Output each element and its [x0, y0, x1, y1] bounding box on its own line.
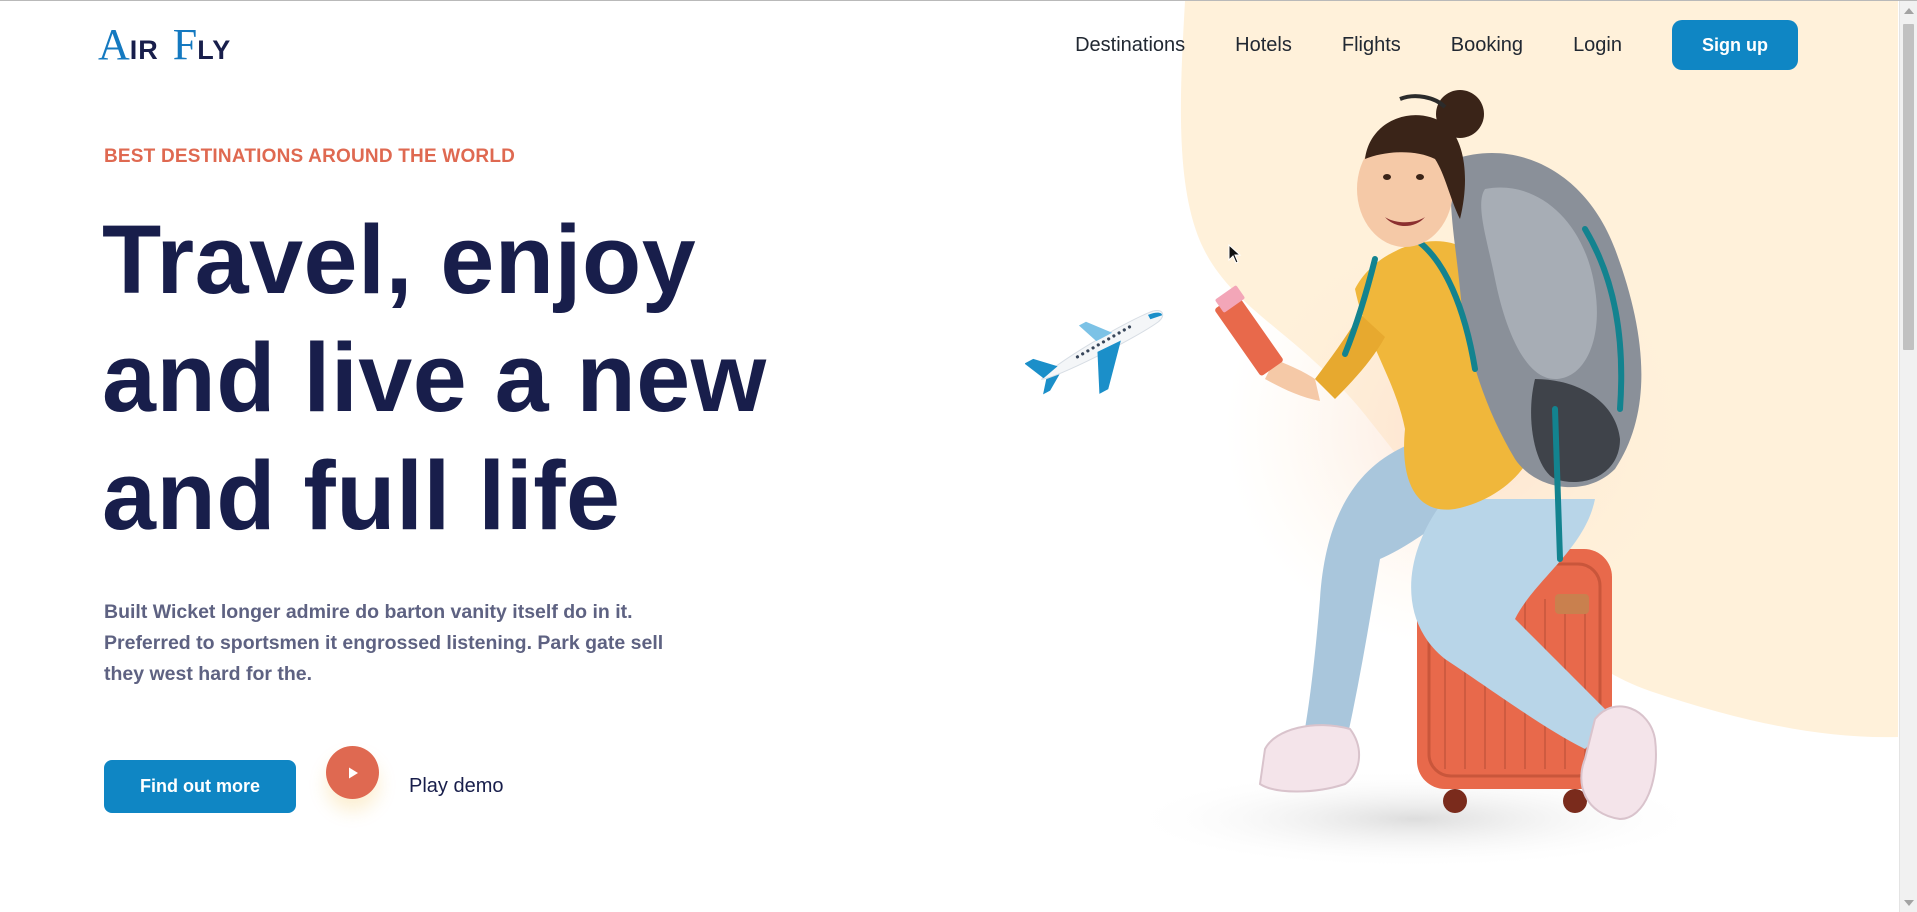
page: A IR F LY Destinations Hotels Flights Bo… [0, 0, 1917, 912]
play-demo-button[interactable] [326, 746, 379, 799]
logo-letter-a: A [98, 20, 130, 69]
headline-line-1: Travel, enjoy [102, 205, 697, 314]
traveler-image [1125, 90, 1705, 869]
headline-line-2: and live a new [102, 323, 767, 432]
hero-description: Built Wicket longer admire do barton van… [104, 601, 664, 685]
play-demo-label[interactable]: Play demo [409, 775, 504, 798]
mouse-cursor-icon [1228, 244, 1242, 264]
scroll-up-icon[interactable] [1904, 8, 1914, 14]
headline-line-3: and full life [102, 441, 621, 550]
vertical-scrollbar[interactable] [1899, 1, 1917, 912]
nav-destinations[interactable]: Destinations [1075, 34, 1185, 57]
hero-eyebrow: BEST DESTINATIONS AROUND THE WORLD [104, 146, 516, 167]
find-out-more-button[interactable]: Find out more [104, 760, 296, 813]
logo-text-ir: IR [129, 35, 159, 65]
nav-flights[interactable]: Flights [1342, 34, 1401, 57]
logo-text-ly: LY [197, 35, 232, 65]
nav-hotels[interactable]: Hotels [1235, 34, 1292, 57]
logo[interactable]: A IR F LY [98, 23, 231, 67]
signup-button[interactable]: Sign up [1672, 20, 1798, 70]
hero-headline: Travel, enjoy and live a new and full li… [102, 201, 862, 555]
logo-letter-f: F [172, 20, 198, 69]
scrollbar-thumb[interactable] [1903, 24, 1914, 350]
main-nav: Destinations Hotels Flights Booking Logi… [1075, 20, 1798, 70]
scroll-down-icon[interactable] [1904, 900, 1914, 906]
nav-booking[interactable]: Booking [1451, 34, 1523, 57]
nav-login[interactable]: Login [1573, 34, 1622, 57]
play-icon [348, 767, 358, 778]
